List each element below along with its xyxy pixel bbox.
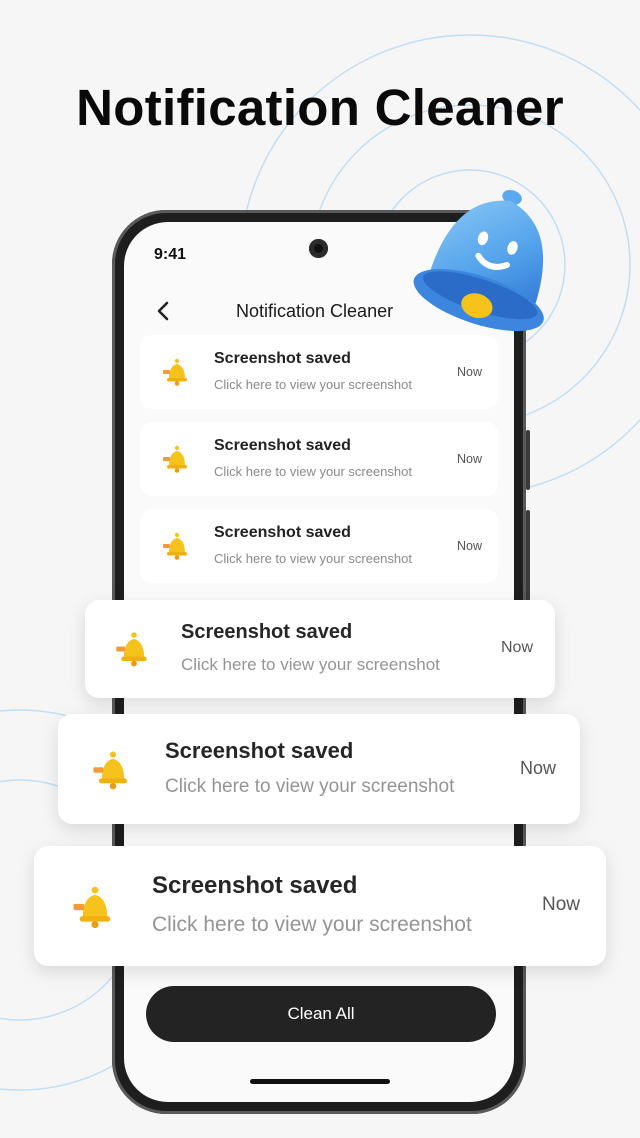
floating-notification-card[interactable]: Screenshot saved Click here to view your… (58, 714, 580, 824)
hero-title: Notification Cleaner (76, 79, 564, 136)
bell-icon (163, 358, 187, 386)
notification-card[interactable]: Screenshot saved Click here to view your… (140, 422, 498, 496)
notification-subtitle: Click here to view your screenshot (165, 776, 455, 797)
bell-icon (163, 445, 187, 473)
notification-subtitle: Click here to view your screenshot (214, 377, 412, 392)
smiling-bell-icon (413, 189, 544, 332)
notification-time: Now (456, 452, 482, 466)
volume-button (526, 430, 530, 490)
notification-title: Screenshot saved (214, 524, 351, 541)
floating-notification-card[interactable]: Screenshot saved Click here to view your… (34, 846, 606, 966)
home-indicator (250, 1079, 390, 1084)
notification-title: Screenshot saved (152, 872, 358, 899)
notification-card[interactable]: Screenshot saved Click here to view your… (140, 509, 498, 583)
notification-time: Now (456, 539, 482, 553)
bell-icon (163, 532, 187, 560)
clean-all-button[interactable]: Clean All (146, 986, 496, 1042)
bell-icon (73, 886, 111, 929)
status-time: 9:41 (154, 246, 187, 263)
notification-subtitle: Click here to view your screenshot (214, 464, 412, 479)
bell-icon (116, 632, 147, 667)
notification-time: Now (541, 894, 580, 915)
notification-time: Now (456, 365, 482, 379)
notification-subtitle: Click here to view your screenshot (152, 913, 472, 936)
notification-time: Now (500, 639, 533, 656)
app-title: Notification Cleaner (236, 301, 394, 321)
notification-subtitle: Click here to view your screenshot (214, 551, 412, 566)
notification-time: Now (519, 758, 556, 778)
notification-subtitle: Click here to view your screenshot (181, 655, 440, 674)
chevron-left-icon[interactable] (150, 298, 176, 324)
floating-notification-card[interactable]: Screenshot saved Click here to view your… (85, 600, 555, 698)
notification-title: Screenshot saved (181, 621, 353, 643)
notification-title: Screenshot saved (214, 437, 351, 454)
camera-icon (309, 239, 328, 258)
notification-title: Screenshot saved (214, 350, 351, 367)
notification-title: Screenshot saved (165, 738, 354, 763)
bell-icon (93, 751, 127, 790)
